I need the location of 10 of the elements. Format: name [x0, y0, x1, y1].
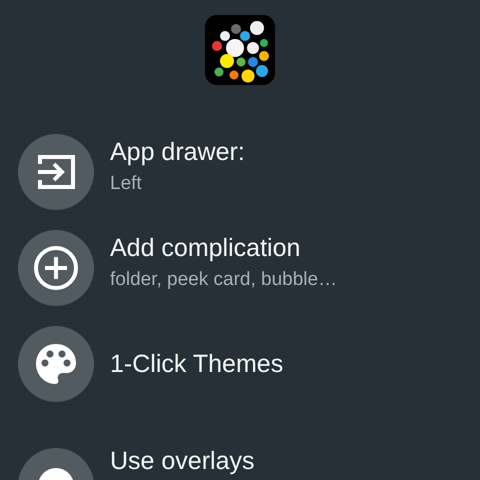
app-icon[interactable] — [205, 15, 275, 85]
setting-value: Left — [110, 173, 143, 195]
sign-in-icon — [36, 154, 76, 190]
setting-title[interactable]: Use overlays — [110, 448, 254, 474]
add-icon — [33, 245, 79, 291]
setting-title[interactable]: App drawer: — [110, 138, 245, 167]
setting-title[interactable]: 1-Click Themes — [110, 350, 284, 378]
palette-icon — [35, 343, 77, 385]
setting-value: folder, peek card, bubble… — [110, 269, 338, 291]
setting-title[interactable]: Add complication — [110, 234, 338, 263]
